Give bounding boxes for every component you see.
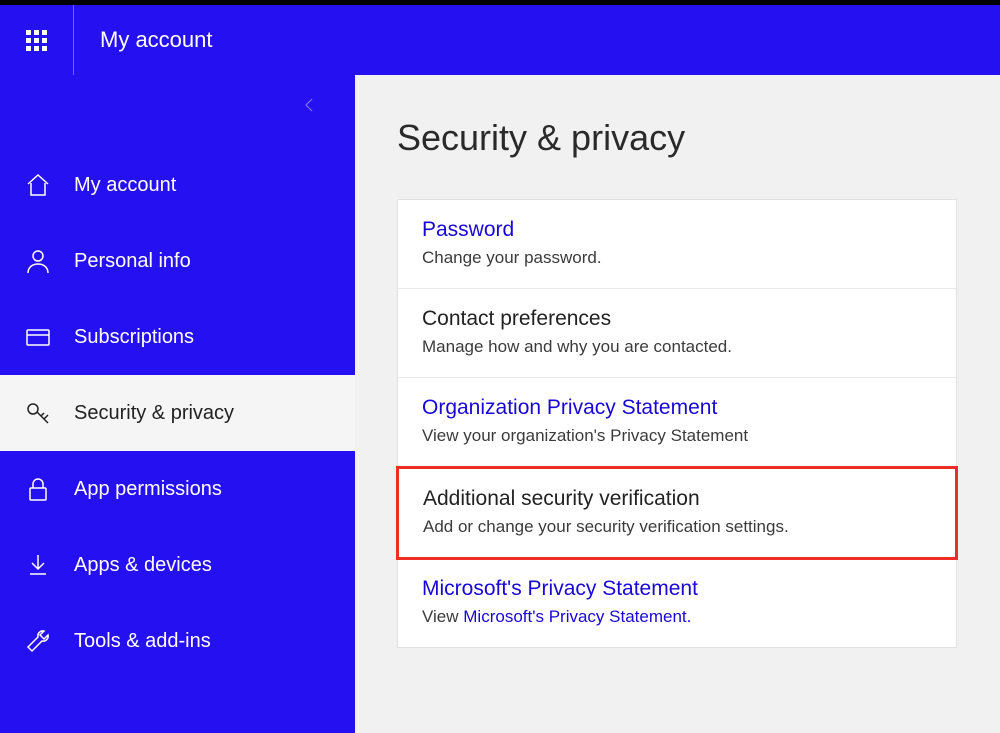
wrench-icon — [24, 627, 74, 655]
settings-item-desc: View Microsoft's Privacy Statement. — [422, 607, 932, 627]
settings-item-desc: Add or change your security verification… — [423, 517, 931, 537]
page-title: Security & privacy — [397, 117, 982, 159]
settings-item-desc-text: Manage how and why you are contacted. — [422, 337, 732, 356]
settings-item-desc: View your organization's Privacy Stateme… — [422, 426, 932, 446]
sidebar-item-label: Tools & add-ins — [74, 630, 211, 653]
sidebar-item-security-privacy[interactable]: Security & privacy — [0, 375, 355, 451]
settings-item-additional-security[interactable]: Additional security verification Add or … — [396, 466, 958, 560]
settings-item-contact-preferences[interactable]: Contact preferences Manage how and why y… — [398, 289, 956, 378]
settings-list: Password Change your password. Contact p… — [397, 199, 957, 648]
chevron-left-icon — [303, 97, 315, 113]
sidebar: My account Personal info Subscriptions — [0, 75, 355, 733]
sidebar-item-my-account[interactable]: My account — [0, 147, 355, 223]
download-icon — [24, 551, 74, 579]
settings-item-password[interactable]: Password Change your password. — [398, 200, 956, 289]
sidebar-item-label: Personal info — [74, 250, 191, 273]
settings-item-title: Contact preferences — [422, 307, 932, 331]
header-title: My account — [100, 27, 213, 53]
settings-item-title[interactable]: Password — [422, 218, 932, 242]
settings-item-desc-text: Add or change your security verification… — [423, 517, 789, 536]
waffle-icon — [26, 30, 47, 51]
main-content: Security & privacy Password Change your … — [355, 75, 1000, 733]
settings-item-org-privacy[interactable]: Organization Privacy Statement View your… — [398, 378, 956, 467]
card-icon — [24, 323, 74, 351]
settings-item-desc: Change your password. — [422, 248, 932, 268]
home-icon — [24, 171, 74, 199]
settings-item-title: Additional security verification — [423, 487, 931, 511]
sidebar-item-label: My account — [74, 174, 176, 197]
settings-item-title[interactable]: Organization Privacy Statement — [422, 396, 932, 420]
sidebar-item-personal-info[interactable]: Personal info — [0, 223, 355, 299]
key-icon — [24, 398, 74, 428]
sidebar-item-label: Subscriptions — [74, 326, 194, 349]
lock-icon — [24, 475, 74, 503]
settings-item-desc-text: View your organization's Privacy Stateme… — [422, 426, 748, 445]
collapse-sidebar-button[interactable] — [303, 97, 315, 116]
sidebar-item-label: App permissions — [74, 478, 222, 501]
settings-item-desc-text: View — [422, 607, 463, 626]
settings-item-title[interactable]: Microsoft's Privacy Statement — [422, 577, 932, 601]
sidebar-item-apps-devices[interactable]: Apps & devices — [0, 527, 355, 603]
app-header: My account — [0, 5, 1000, 75]
sidebar-item-label: Apps & devices — [74, 554, 212, 577]
sidebar-item-label: Security & privacy — [74, 402, 234, 425]
app-launcher-button[interactable] — [0, 5, 74, 75]
settings-item-ms-privacy[interactable]: Microsoft's Privacy Statement View Micro… — [398, 559, 956, 647]
settings-item-desc-text: Change your password. — [422, 248, 602, 267]
sidebar-item-subscriptions[interactable]: Subscriptions — [0, 299, 355, 375]
settings-item-desc: Manage how and why you are contacted. — [422, 337, 932, 357]
person-icon — [24, 247, 74, 275]
sidebar-item-tools-addins[interactable]: Tools & add-ins — [0, 603, 355, 679]
sidebar-item-app-permissions[interactable]: App permissions — [0, 451, 355, 527]
settings-item-desc-link[interactable]: Microsoft's Privacy Statement. — [463, 607, 691, 626]
